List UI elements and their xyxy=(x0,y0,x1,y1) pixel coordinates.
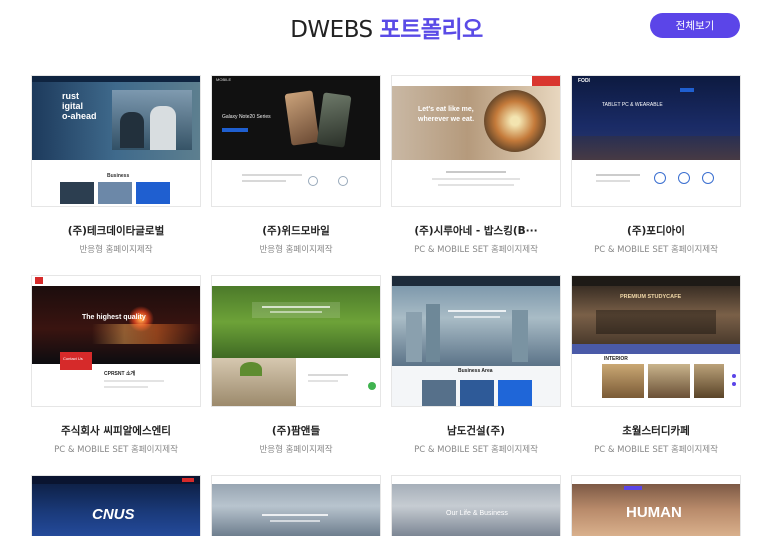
portfolio-thumbnail[interactable] xyxy=(211,475,381,536)
portfolio-thumbnail[interactable]: PREMIUM STUDYCAFE INTERIOR xyxy=(571,275,741,407)
portfolio-card[interactable] xyxy=(211,475,381,536)
title-prefix: DWEBS xyxy=(290,17,373,43)
thumb-text: CPRSNT 소개 xyxy=(104,371,136,377)
portfolio-card[interactable]: HUMAN xyxy=(571,475,741,536)
portfolio-desc: 반응형 홈페이지제작 xyxy=(259,245,333,255)
portfolio-name[interactable]: 초월스터디카페 xyxy=(571,423,741,438)
section-header: DWEBS 포트폴리오 전체보기 xyxy=(0,0,773,60)
portfolio-thumbnail[interactable]: rust igital o-ahead Business xyxy=(31,75,201,207)
portfolio-thumbnail[interactable]: CNUS xyxy=(31,475,201,536)
portfolio-card[interactable]: Our Life & Business xyxy=(391,475,561,536)
thumb-text: Business Area xyxy=(458,368,493,374)
thumb-text: CNUS xyxy=(92,506,135,523)
portfolio-desc: PC & MOBILE SET 홈페이지제작 xyxy=(414,445,538,455)
thumb-text: Contact Us xyxy=(63,356,83,361)
portfolio-card[interactable]: CNUS xyxy=(31,475,201,536)
thumb-text: o-ahead xyxy=(62,111,97,121)
portfolio-thumbnail[interactable]: HUMAN xyxy=(571,475,741,536)
portfolio-desc: PC & MOBILE SET 홈페이지제작 xyxy=(594,445,718,455)
portfolio-thumbnail[interactable] xyxy=(211,275,381,407)
thumb-text: igital xyxy=(62,101,84,111)
portfolio-name[interactable]: 남도건설(주) xyxy=(391,423,561,438)
portfolio-name[interactable]: (주)시루아네 - 밥스킹(B··· xyxy=(391,223,561,238)
portfolio-desc: PC & MOBILE SET 홈페이지제작 xyxy=(54,445,178,455)
thumb-text: rust xyxy=(62,91,80,101)
thumb-text: INTERIOR xyxy=(604,356,628,362)
portfolio-card[interactable]: Business Area 남도건설(주) PC & MOBILE SET 홈페… xyxy=(391,275,561,455)
portfolio-card[interactable]: MOBILE Galaxy Note20 Series (주)위드모바일 반응형… xyxy=(211,75,381,255)
portfolio-name[interactable]: (주)팜앤들 xyxy=(211,423,381,438)
thumb-text: Let's eat like me, xyxy=(418,106,474,113)
portfolio-card[interactable]: FODI TABLET PC & WEARABLE (주)포디아이 PC & M… xyxy=(571,75,741,255)
portfolio-name[interactable]: (주)테크데이타글로벌 xyxy=(31,223,201,238)
portfolio-card[interactable]: Let's eat like me, wherever we eat. (주)시… xyxy=(391,75,561,255)
portfolio-thumbnail[interactable]: MOBILE Galaxy Note20 Series xyxy=(211,75,381,207)
portfolio-desc: PC & MOBILE SET 홈페이지제작 xyxy=(594,245,718,255)
thumb-text: The highest quality xyxy=(82,314,146,321)
portfolio-thumbnail[interactable]: Our Life & Business xyxy=(391,475,561,536)
thumb-text: Galaxy Note20 Series xyxy=(222,114,271,120)
title-accent: 포트폴리오 xyxy=(379,17,483,43)
thumb-text: wherever we eat. xyxy=(418,116,475,123)
portfolio-card[interactable]: rust igital o-ahead Business (주)테크데이타글로벌… xyxy=(31,75,201,255)
portfolio-thumbnail[interactable]: FODI TABLET PC & WEARABLE xyxy=(571,75,741,207)
thumb-text: FODI xyxy=(578,78,590,84)
thumb-text: Business xyxy=(107,173,130,179)
thumb-text: Our Life & Business xyxy=(446,510,508,517)
portfolio-desc: 반응형 홈페이지제작 xyxy=(259,445,333,455)
portfolio-thumbnail[interactable]: The highest quality Contact Us CPRSNT 소개 xyxy=(31,275,201,407)
portfolio-card[interactable]: PREMIUM STUDYCAFE INTERIOR 초월스터디카페 PC & … xyxy=(571,275,741,455)
portfolio-thumbnail[interactable]: Business Area xyxy=(391,275,561,407)
portfolio-name[interactable]: (주)위드모바일 xyxy=(211,223,381,238)
portfolio-desc: PC & MOBILE SET 홈페이지제작 xyxy=(414,245,538,255)
thumb-text: TABLET PC & WEARABLE xyxy=(602,102,663,108)
portfolio-name[interactable]: 주식회사 씨피알에스엔티 xyxy=(31,423,201,438)
portfolio-name[interactable]: (주)포디아이 xyxy=(571,223,741,238)
portfolio-thumbnail[interactable]: Let's eat like me, wherever we eat. xyxy=(391,75,561,207)
thumb-text: PREMIUM STUDYCAFE xyxy=(620,294,682,300)
portfolio-card[interactable]: (주)팜앤들 반응형 홈페이지제작 xyxy=(211,275,381,455)
thumb-text: HUMAN xyxy=(626,504,682,521)
portfolio-card[interactable]: The highest quality Contact Us CPRSNT 소개… xyxy=(31,275,201,455)
view-all-button[interactable]: 전체보기 xyxy=(650,13,740,38)
portfolio-desc: 반응형 홈페이지제작 xyxy=(79,245,153,255)
